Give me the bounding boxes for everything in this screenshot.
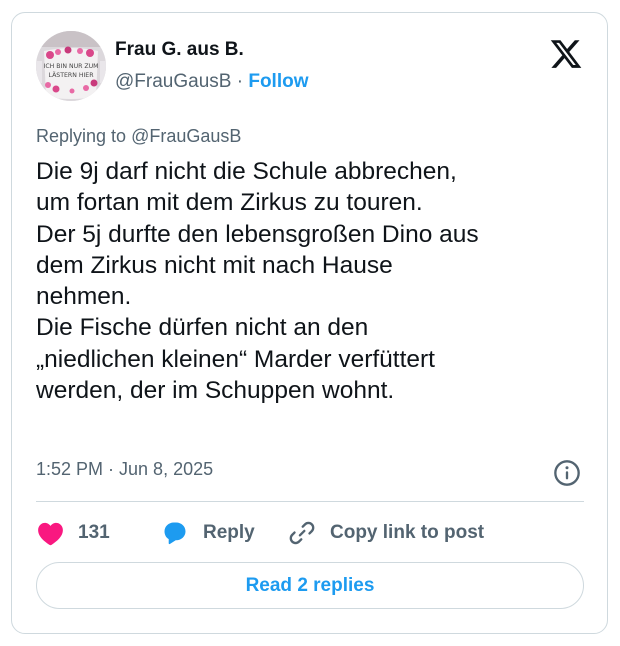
- reply-bubble-icon: [164, 522, 186, 545]
- tweet-line: dem Zirkus nicht mit nach Hause: [36, 251, 393, 279]
- tweet-line: Die Fische dürfen nicht an den: [36, 314, 369, 342]
- author-handle[interactable]: @FrauGausB: [115, 71, 231, 92]
- x-logo-icon[interactable]: [548, 37, 584, 71]
- tweet-timestamp[interactable]: 1:52 PM · Jun 8, 2025: [36, 459, 213, 480]
- follow-button[interactable]: Follow: [248, 71, 308, 92]
- separator-dot: ·: [236, 71, 244, 92]
- author-name[interactable]: Frau G. aus B.: [115, 39, 244, 61]
- tweet-line: nehmen.: [36, 283, 132, 311]
- replying-prefix: Replying to: [36, 126, 132, 146]
- author-handle-row: @FrauGausB · Follow: [115, 71, 309, 93]
- link-icon: [289, 521, 315, 545]
- read-replies-button[interactable]: Read 2 replies: [36, 562, 584, 609]
- divider: [36, 501, 584, 502]
- tweet-line: Der 5j durfte den lebensgroßen Dino aus: [36, 220, 479, 248]
- like-button[interactable]: 131: [37, 517, 110, 549]
- replying-to: Replying to @FrauGausB: [36, 126, 241, 147]
- svg-text:ICH BIN NUR ZUM: ICH BIN NUR ZUM: [44, 63, 99, 70]
- like-count: 131: [78, 522, 110, 543]
- copy-link-button[interactable]: Copy link to post: [288, 517, 484, 549]
- tweet-line: um fortan mit dem Zirkus zu touren.: [36, 189, 423, 217]
- heart-icon: [38, 522, 63, 545]
- reply-label: Reply: [203, 522, 255, 543]
- copy-link-label: Copy link to post: [330, 522, 485, 543]
- reply-button[interactable]: Reply: [161, 517, 255, 549]
- tweet-card: ICH BIN NUR ZUM LÄSTERN HIER Frau G. aus…: [11, 12, 608, 634]
- replying-mention[interactable]: @FrauGausB: [131, 126, 241, 146]
- info-icon[interactable]: [553, 459, 581, 487]
- tweet-line: werden, der im Schuppen wohnt.: [36, 377, 395, 405]
- mug-avatar-icon: ICH BIN NUR ZUM LÄSTERN HIER: [36, 31, 106, 101]
- tweet-line: „niedlichen kleinen“ Marder verfüttert: [36, 345, 435, 373]
- tweet-text: Die 9j darf nicht die Schule abbrechen, …: [36, 156, 592, 406]
- avatar[interactable]: ICH BIN NUR ZUM LÄSTERN HIER: [36, 31, 106, 101]
- svg-text:LÄSTERN HIER: LÄSTERN HIER: [48, 70, 94, 79]
- tweet-line: Die 9j darf nicht die Schule abbrechen,: [36, 158, 457, 185]
